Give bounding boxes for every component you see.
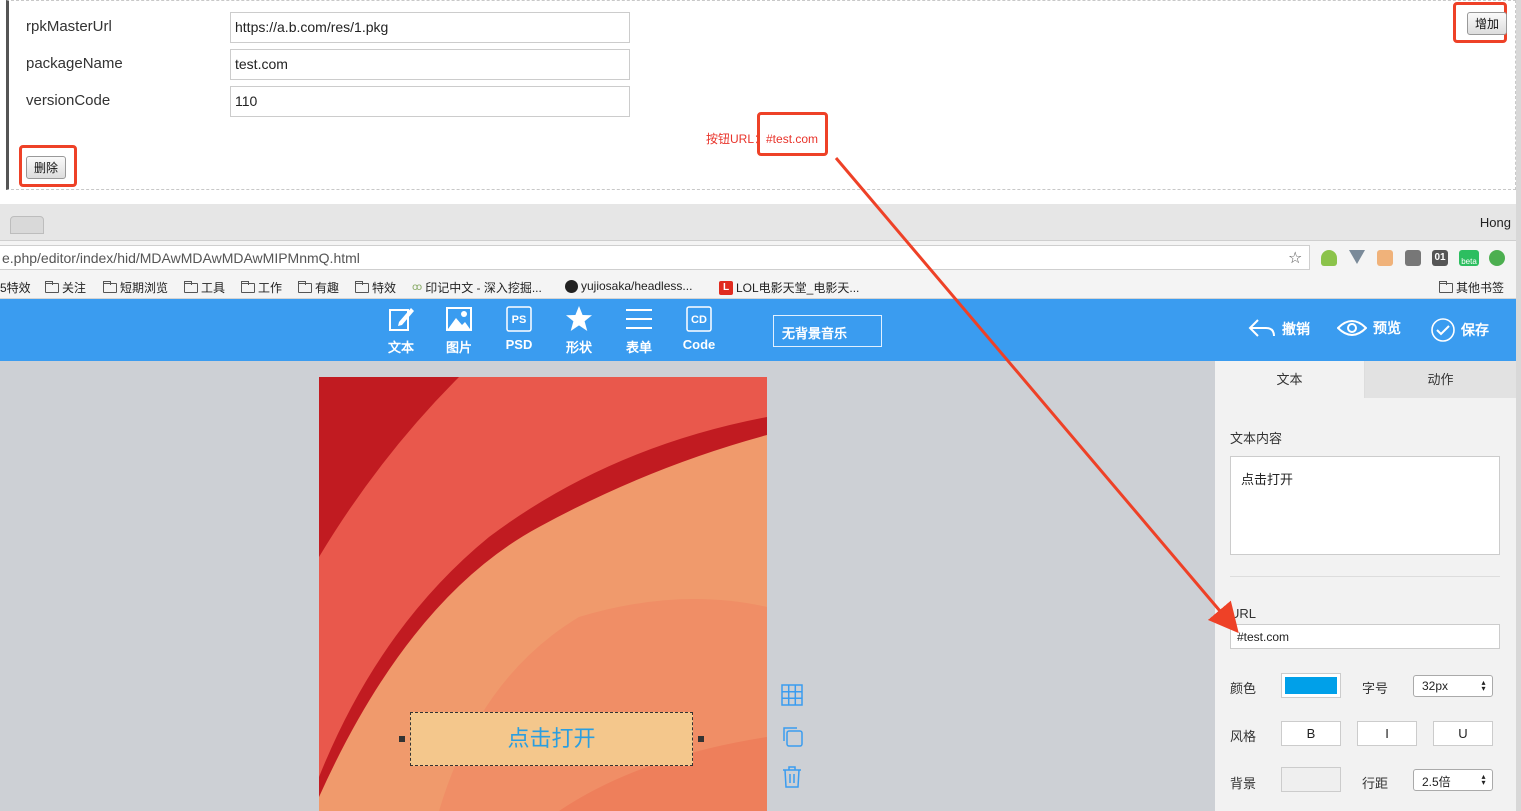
code-icon: CD (686, 306, 712, 332)
hand-extension-icon[interactable] (1377, 250, 1393, 266)
tool-code[interactable]: CD Code (677, 305, 721, 352)
eye-icon (1337, 320, 1367, 336)
folder-icon (184, 280, 198, 293)
folder-icon (298, 280, 312, 293)
tool-image[interactable]: 图片 (437, 305, 481, 356)
check-circle-icon (1431, 318, 1455, 342)
bookmark-item[interactable]: yujiosaka/headless... (565, 279, 692, 293)
browser-new-tab[interactable] (10, 216, 44, 234)
green-extension-icon[interactable] (1489, 250, 1505, 266)
beta-extension-icon[interactable]: beta (1459, 250, 1479, 266)
psd-icon: PS (506, 306, 532, 332)
package-name-input[interactable]: test.com (230, 49, 630, 80)
background-picker[interactable] (1281, 767, 1341, 792)
browser-tab-strip (0, 204, 1516, 241)
tab-action[interactable]: 动作 (1365, 361, 1516, 398)
address-bar[interactable]: e.php/editor/index/hid/MDAwMDAwMDAwMIPMn… (0, 245, 1310, 270)
tool-text[interactable]: 文本 (379, 305, 423, 356)
underline-button[interactable]: U (1433, 721, 1493, 746)
android-extension-icon[interactable] (1321, 250, 1337, 266)
tool-form[interactable]: 表单 (617, 305, 661, 356)
undo-button[interactable]: 撤销 (1248, 318, 1310, 340)
grid-icon[interactable] (781, 684, 803, 706)
bookmark-folder[interactable]: 有趣 (298, 279, 339, 296)
browser-profile-name[interactable]: Hong (1480, 215, 1511, 230)
svg-text:PS: PS (512, 314, 527, 326)
bold-button[interactable]: B (1281, 721, 1341, 746)
folder-icon (103, 280, 117, 293)
trash-icon[interactable] (781, 766, 803, 788)
image-icon (446, 307, 472, 331)
color-picker[interactable] (1281, 673, 1341, 698)
other-bookmarks[interactable]: 其他书签 (1439, 279, 1504, 296)
delete-button[interactable]: 删除 (26, 156, 67, 179)
version-code-input[interactable]: 110 (230, 86, 630, 117)
edit-icon (389, 308, 414, 331)
font-size-label: 字号 (1362, 681, 1389, 696)
bookmark-folder[interactable]: 特效 (355, 279, 396, 296)
package-name-label: packageName (26, 55, 123, 72)
color-label: 颜色 (1230, 681, 1257, 696)
italic-button[interactable]: I (1357, 721, 1417, 746)
resize-handle-left[interactable] (399, 736, 405, 742)
tab-text[interactable]: 文本 (1215, 361, 1365, 398)
add-button[interactable]: 增加 (1467, 12, 1508, 35)
resize-handle-right[interactable] (698, 736, 704, 742)
bookmark-star-icon[interactable]: ☆ (1288, 248, 1302, 268)
url-input[interactable]: #test.com (1230, 624, 1500, 649)
vue-devtools-icon[interactable] (1349, 250, 1365, 264)
version-code-label: versionCode (26, 92, 111, 109)
bookmark-folder[interactable]: 工具 (184, 279, 225, 296)
highlight-box-url-note (757, 112, 828, 156)
bookmark-folder[interactable]: 关注 (45, 279, 86, 296)
url-label: URL (1230, 606, 1257, 621)
bookmarks-bar: 5特效 关注 短期浏览 工具 工作 有趣 特效 ꝏ 印记中文 - 深入挖掘... … (0, 274, 1516, 299)
window-edge (1516, 0, 1521, 811)
tool-psd[interactable]: PS PSD (497, 305, 541, 352)
style-label: 风格 (1230, 729, 1257, 744)
tool-shape[interactable]: 形状 (557, 305, 601, 356)
undo-icon (1248, 319, 1275, 337)
folder-icon (241, 280, 255, 293)
background-label: 背景 (1230, 776, 1257, 791)
list-icon (626, 309, 652, 329)
rpk-master-url-label: rpkMasterUrl (26, 18, 112, 35)
line-height-select[interactable]: 2.5倍 (1413, 769, 1493, 791)
github-icon (565, 279, 578, 293)
bookmark-folder[interactable]: 短期浏览 (103, 279, 168, 296)
folder-icon (1439, 280, 1453, 293)
background-music-select[interactable]: 无背景音乐 (773, 315, 882, 347)
cat-extension-icon[interactable] (1405, 250, 1421, 266)
yinji-icon: ꝏ (412, 282, 423, 293)
text-content-textarea[interactable]: 点击打开 (1230, 456, 1500, 555)
color-swatch (1285, 677, 1337, 694)
bookmark-item[interactable]: L LOL电影天堂_电影天... (719, 279, 859, 296)
lol-icon: L (719, 280, 733, 295)
svg-text:CD: CD (691, 314, 707, 326)
bookmark-folder[interactable]: 工作 (241, 279, 282, 296)
copy-icon[interactable] (781, 725, 803, 747)
canvas-open-button[interactable]: 点击打开 (410, 712, 693, 766)
line-height-label: 行距 (1362, 776, 1389, 791)
bookmark-item[interactable]: 5特效 (0, 279, 31, 296)
bookmark-item[interactable]: ꝏ 印记中文 - 深入挖掘... (412, 279, 542, 296)
save-button[interactable]: 保存 (1431, 318, 1489, 342)
text-content-label: 文本内容 (1230, 431, 1283, 446)
panel-divider (1230, 576, 1500, 577)
preview-button[interactable]: 预览 (1337, 318, 1401, 338)
star-icon (566, 306, 592, 331)
folder-icon (45, 280, 59, 293)
folder-icon (355, 280, 369, 293)
font-size-select[interactable]: 32px (1413, 675, 1493, 697)
rpk-master-url-input[interactable]: https://a.b.com/res/1.pkg (230, 12, 630, 43)
binary-extension-icon[interactable]: 01 (1432, 250, 1448, 266)
